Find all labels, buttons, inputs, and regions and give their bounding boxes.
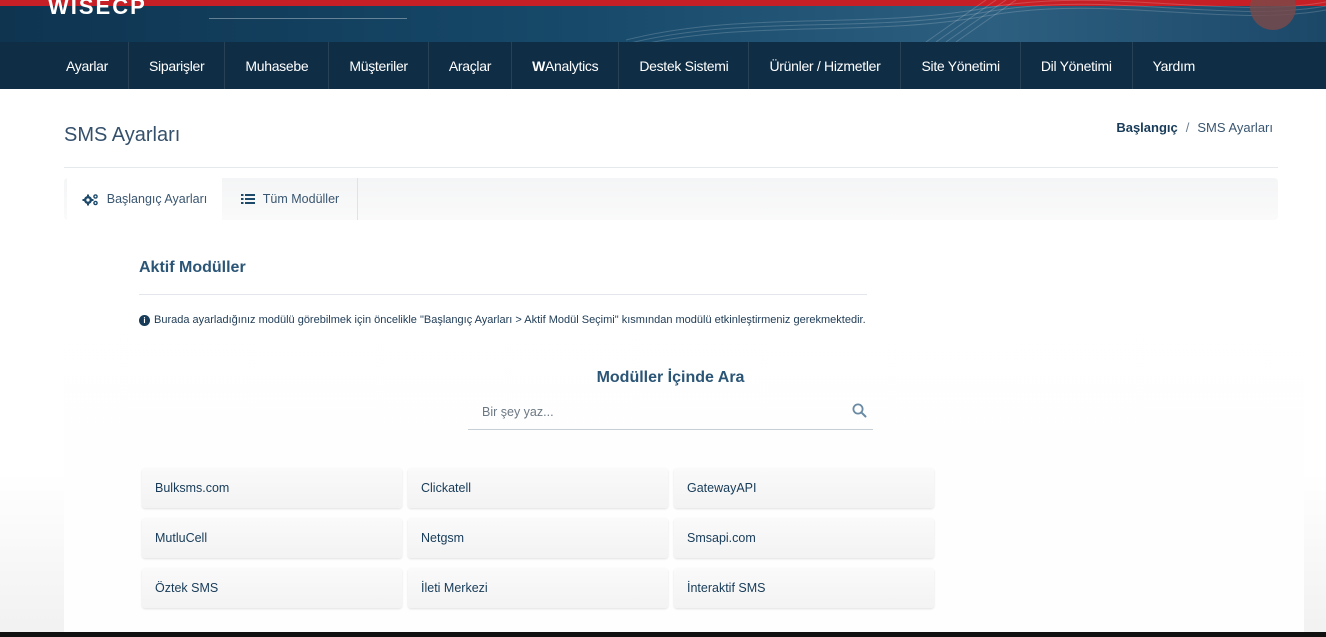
main-nav: Ayarlar Siparişler Muhasebe Müşteriler A… [0,42,1326,89]
search-icon[interactable] [852,403,867,418]
nav-item-musteriler[interactable]: Müşteriler [329,42,429,89]
module-search-box [468,392,873,431]
content-area: SMS Ayarları Başlangıç / SMS Ayarları Başl… [0,89,1326,637]
title-divider [64,167,1278,168]
breadcrumb: Başlangıç / SMS Ayarları [1116,120,1273,135]
tab-panel: Aktif Modüller i Burada ayarladığınız mo… [64,220,1304,637]
breadcrumb-home-link[interactable]: Başlangıç [1116,120,1177,135]
list-icon [240,194,255,204]
header-search-underline[interactable] [209,18,407,19]
info-notice: i Burada ayarladığınız modülü görebilmek… [139,314,866,326]
page-title: SMS Ayarları [64,124,181,146]
module-card-interaktif-sms[interactable]: İnteraktif SMS [674,568,934,608]
breadcrumb-current: SMS Ayarları [1197,120,1273,135]
breadcrumb-separator: / [1185,120,1190,135]
nav-item-wanalytics-rest: Analytics [544,57,599,74]
info-icon: i [139,314,150,326]
module-card-ileti-merkezi[interactable]: İleti Merkezi [408,568,668,608]
nav-item-yardim[interactable]: Yardım [1133,42,1215,89]
tab-bar: Başlangıç Ayarları Tüm Modüller [64,178,1278,222]
tab-baslangic-ayarlari-label: Başlangıç Ayarları [106,192,208,206]
bottom-taskbar-edge [0,632,1326,637]
module-card-oztek-sms[interactable]: Öztek SMS [142,568,402,608]
module-search-title: Modüller İçinde Ara [596,369,745,386]
nav-item-site-yonetimi[interactable]: Site Yönetimi [901,42,1021,89]
section-title: Aktif Modüller [139,259,246,276]
module-card-mutlucell[interactable]: MutluCell [142,518,402,558]
module-card-gatewayapi[interactable]: GatewayAPI [674,468,934,508]
section-divider [139,294,867,295]
nav-item-wanalytics[interactable]: W Analytics [512,42,620,89]
module-grid: Bulksms.com Clickatell GatewayAPI MutluC… [142,468,934,608]
module-card-smsapi[interactable]: Smsapi.com [674,518,934,558]
tab-baslangic-ayarlari[interactable]: Başlangıç Ayarları [67,178,222,222]
nav-item-wanalytics-bold: W [532,57,545,74]
info-text: Burada ayarladığınız modülü görebilmek i… [154,314,866,326]
gears-icon [82,193,98,205]
module-card-bulksms[interactable]: Bulksms.com [142,468,402,508]
top-header: WISECP [0,0,1326,42]
nav-item-araclar[interactable]: Araçlar [429,42,513,89]
logo[interactable]: WISECP [48,0,147,20]
tab-tum-moduller-label: Tüm Modüller [262,192,340,206]
nav-item-siparisler[interactable]: Siparişler [129,42,226,89]
module-card-clickatell[interactable]: Clickatell [408,468,668,508]
nav-item-ayarlar[interactable]: Ayarlar [0,42,129,89]
nav-item-destek-sistemi[interactable]: Destek Sistemi [619,42,750,89]
nav-item-urunler-hizmetler[interactable]: Ürünler / Hizmetler [749,42,902,89]
tab-tum-moduller[interactable]: Tüm Modüller [223,178,358,220]
header-wave-decoration [626,0,1326,42]
module-search-input[interactable] [468,392,854,431]
module-card-netgsm[interactable]: Netgsm [408,518,668,558]
nav-item-dil-yonetimi[interactable]: Dil Yönetimi [1021,42,1133,89]
nav-item-muhasebe[interactable]: Muhasebe [225,42,330,89]
